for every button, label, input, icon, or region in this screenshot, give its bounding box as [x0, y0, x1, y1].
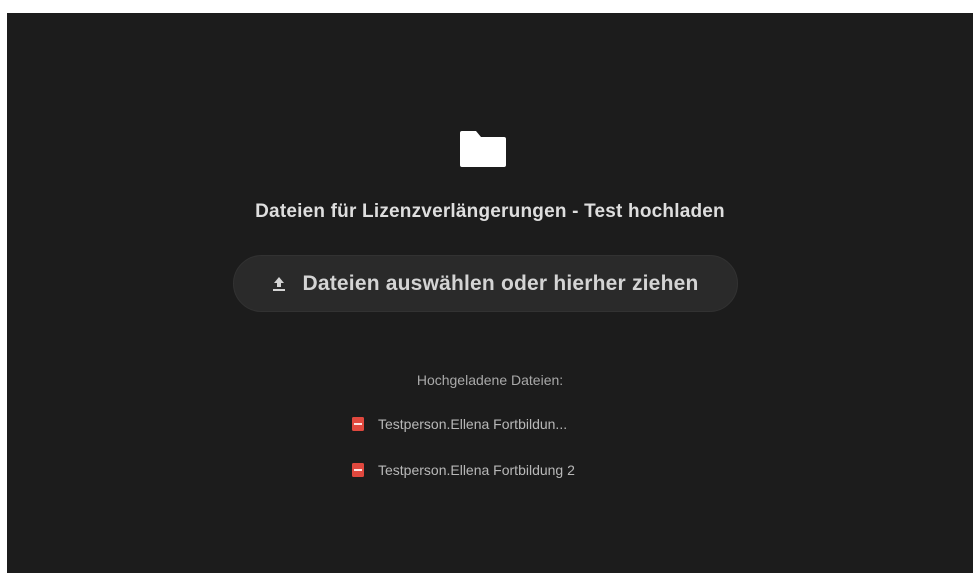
uploaded-file-name: Testperson.Ellena Fortbildun... [378, 416, 568, 432]
select-files-button[interactable]: Dateien auswählen oder hierher ziehen [233, 255, 738, 312]
upload-title: Dateien für Lizenzverlängerungen - Test … [255, 201, 725, 222]
folder-icon [460, 131, 506, 167]
upload-icon [273, 276, 286, 291]
uploaded-file-item[interactable]: Testperson.Ellena Fortbildun... [352, 413, 672, 435]
uploaded-file-item[interactable]: Testperson.Ellena Fortbildung 2 [352, 459, 672, 481]
uploaded-file-list: Testperson.Ellena Fortbildun... Testpers… [352, 413, 672, 505]
pdf-file-icon [352, 463, 364, 477]
uploaded-files-heading: Hochgeladene Dateien: [416, 372, 564, 388]
select-files-label: Dateien auswählen oder hierher ziehen [302, 271, 699, 295]
pdf-file-icon [352, 417, 364, 431]
upload-panel[interactable]: Dateien für Lizenzverlängerungen - Test … [7, 13, 973, 573]
uploaded-file-name: Testperson.Ellena Fortbildung 2 [378, 462, 575, 478]
